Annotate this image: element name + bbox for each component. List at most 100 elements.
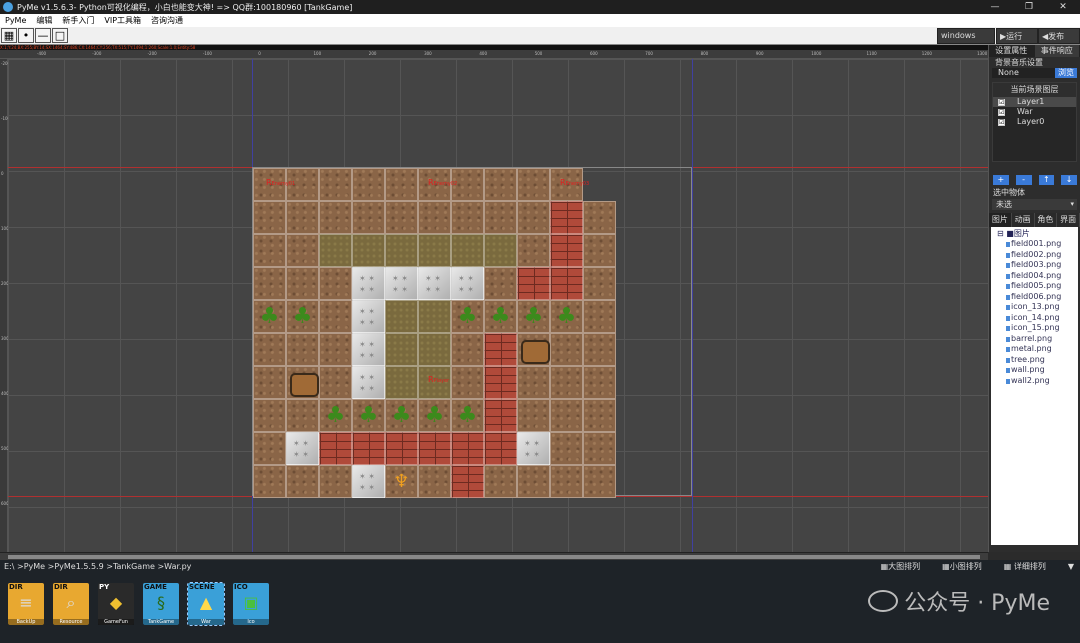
dirt-tile[interactable]	[583, 267, 616, 300]
dirt-tile[interactable]	[319, 168, 352, 201]
tab-animations[interactable]: 动画	[1011, 213, 1035, 227]
tree-tile[interactable]: ♣	[352, 399, 385, 432]
tree-tile[interactable]: ♣	[451, 399, 484, 432]
brick-wall-tile[interactable]	[319, 432, 352, 465]
dirt-tile[interactable]	[286, 234, 319, 267]
dirt-tile[interactable]	[253, 234, 286, 267]
dirt-tile[interactable]	[583, 333, 616, 366]
file-item-tankgame[interactable]: GAME § TankGame	[143, 583, 179, 625]
grid-icon[interactable]: ▦	[1, 28, 17, 43]
brick-wall-tile[interactable]	[484, 366, 517, 399]
brick-wall-tile[interactable]	[451, 432, 484, 465]
checkbox-icon[interactable]: ☑	[998, 98, 1005, 106]
resource-file[interactable]: icon_13.png	[991, 302, 1078, 313]
dirt-tile[interactable]	[517, 399, 550, 432]
grass-tile[interactable]	[418, 234, 451, 267]
tree-tile[interactable]: ♣	[418, 399, 451, 432]
brick-wall-tile[interactable]	[550, 201, 583, 234]
dirt-tile[interactable]	[253, 432, 286, 465]
grass-tile[interactable]	[451, 234, 484, 267]
music-value[interactable]: None	[992, 68, 1055, 78]
menu-pyme[interactable]: PyMe	[0, 16, 31, 25]
add-layer-button[interactable]: +	[993, 175, 1009, 185]
menu-beginner[interactable]: 新手入门	[57, 15, 99, 26]
resource-file[interactable]: wall.png	[991, 365, 1078, 376]
menu-edit[interactable]: 编辑	[31, 15, 57, 26]
resource-file[interactable]: field004.png	[991, 271, 1078, 282]
dirt-tile[interactable]	[286, 267, 319, 300]
dirt-tile[interactable]	[319, 201, 352, 234]
metal-wall-tile[interactable]	[286, 432, 319, 465]
dirt-tile[interactable]	[319, 366, 352, 399]
file-item-ico[interactable]: ICO ▣ Ico	[233, 583, 269, 625]
brick-wall-tile[interactable]	[418, 432, 451, 465]
dirt-tile[interactable]	[484, 168, 517, 201]
dirt-tile[interactable]	[517, 465, 550, 498]
view-small-icons[interactable]: ▦小图排列	[942, 560, 982, 574]
resource-file[interactable]: field001.png	[991, 239, 1078, 250]
dirt-tile[interactable]	[385, 201, 418, 234]
tree-tile[interactable]: ♣	[385, 399, 418, 432]
dirt-tile[interactable]	[286, 333, 319, 366]
eagle-base-tile[interactable]: ♆	[385, 465, 418, 498]
brick-wall-tile[interactable]	[484, 399, 517, 432]
dirt-tile[interactable]	[286, 465, 319, 498]
platform-select[interactable]: windows	[937, 28, 995, 44]
spawn-enemy-3[interactable]: REnemy03	[560, 178, 589, 187]
grass-tile[interactable]	[385, 234, 418, 267]
spawn-enemy-1[interactable]: REnemy01	[266, 178, 295, 187]
tile-map[interactable]: ♣ ♣ ♣ ♣ ♣ ♣ ♣ ♣ ♣ ♣ ♣ ♆	[253, 168, 616, 498]
brick-wall-tile[interactable]	[550, 267, 583, 300]
brick-wall-tile[interactable]	[484, 432, 517, 465]
barrel-tile[interactable]	[286, 366, 319, 399]
dirt-tile[interactable]	[418, 465, 451, 498]
dirt-tile[interactable]	[583, 465, 616, 498]
resource-file[interactable]: field003.png	[991, 260, 1078, 271]
resource-file[interactable]: wall2.png	[991, 376, 1078, 387]
maximize-button[interactable]: ❐	[1012, 0, 1046, 14]
dirt-tile[interactable]	[319, 333, 352, 366]
metal-wall-tile[interactable]	[451, 267, 484, 300]
tab-characters[interactable]: 角色	[1034, 213, 1058, 227]
tree-tile[interactable]: ♣	[550, 300, 583, 333]
dirt-tile[interactable]	[583, 201, 616, 234]
remove-layer-button[interactable]: -	[1015, 175, 1032, 185]
dirt-tile[interactable]	[550, 333, 583, 366]
selected-object-select[interactable]: 未选	[992, 199, 1077, 210]
tree-tile[interactable]: ♣	[484, 300, 517, 333]
dirt-tile[interactable]	[550, 399, 583, 432]
dirt-tile[interactable]	[550, 432, 583, 465]
grass-tile[interactable]	[385, 300, 418, 333]
dirt-tile[interactable]	[352, 201, 385, 234]
dirt-tile[interactable]	[253, 201, 286, 234]
tree-tile[interactable]: ♣	[517, 300, 550, 333]
grass-tile[interactable]	[418, 333, 451, 366]
grass-tile[interactable]	[319, 234, 352, 267]
dirt-tile[interactable]	[583, 234, 616, 267]
menu-consult[interactable]: 咨询沟通	[146, 15, 188, 26]
dirt-tile[interactable]	[319, 267, 352, 300]
file-item-war[interactable]: SCENE ▲ War	[187, 582, 225, 626]
file-item-backup[interactable]: DIR ≡ BackUp	[8, 583, 44, 625]
scene-canvas[interactable]: ♣♣♣♣♣♣♣♣♣♣♣♆ REnemy01 REnemy02 REnemy03 …	[8, 59, 988, 552]
dirt-tile[interactable]	[517, 366, 550, 399]
dirt-tile[interactable]	[253, 399, 286, 432]
spawn-enemy-2[interactable]: REnemy02	[428, 178, 457, 187]
tab-interface[interactable]: 界面	[1057, 213, 1080, 227]
dirt-tile[interactable]	[352, 168, 385, 201]
barrel-tile[interactable]	[517, 333, 550, 366]
minimize-button[interactable]: —	[978, 0, 1012, 14]
move-layer-down-button[interactable]: ↓	[1061, 175, 1077, 185]
publish-button[interactable]: ◀发布	[1038, 28, 1080, 44]
metal-wall-tile[interactable]	[517, 432, 550, 465]
point-tool-icon[interactable]: •	[18, 28, 34, 43]
dirt-tile[interactable]	[451, 366, 484, 399]
metal-wall-tile[interactable]	[352, 267, 385, 300]
tree-tile[interactable]: ♣	[319, 399, 352, 432]
dirt-tile[interactable]	[286, 201, 319, 234]
horizontal-scrollbar[interactable]	[0, 552, 988, 560]
brick-wall-tile[interactable]	[385, 432, 418, 465]
metal-wall-tile[interactable]	[385, 267, 418, 300]
resource-file[interactable]: barrel.png	[991, 334, 1078, 345]
dirt-tile[interactable]	[583, 300, 616, 333]
